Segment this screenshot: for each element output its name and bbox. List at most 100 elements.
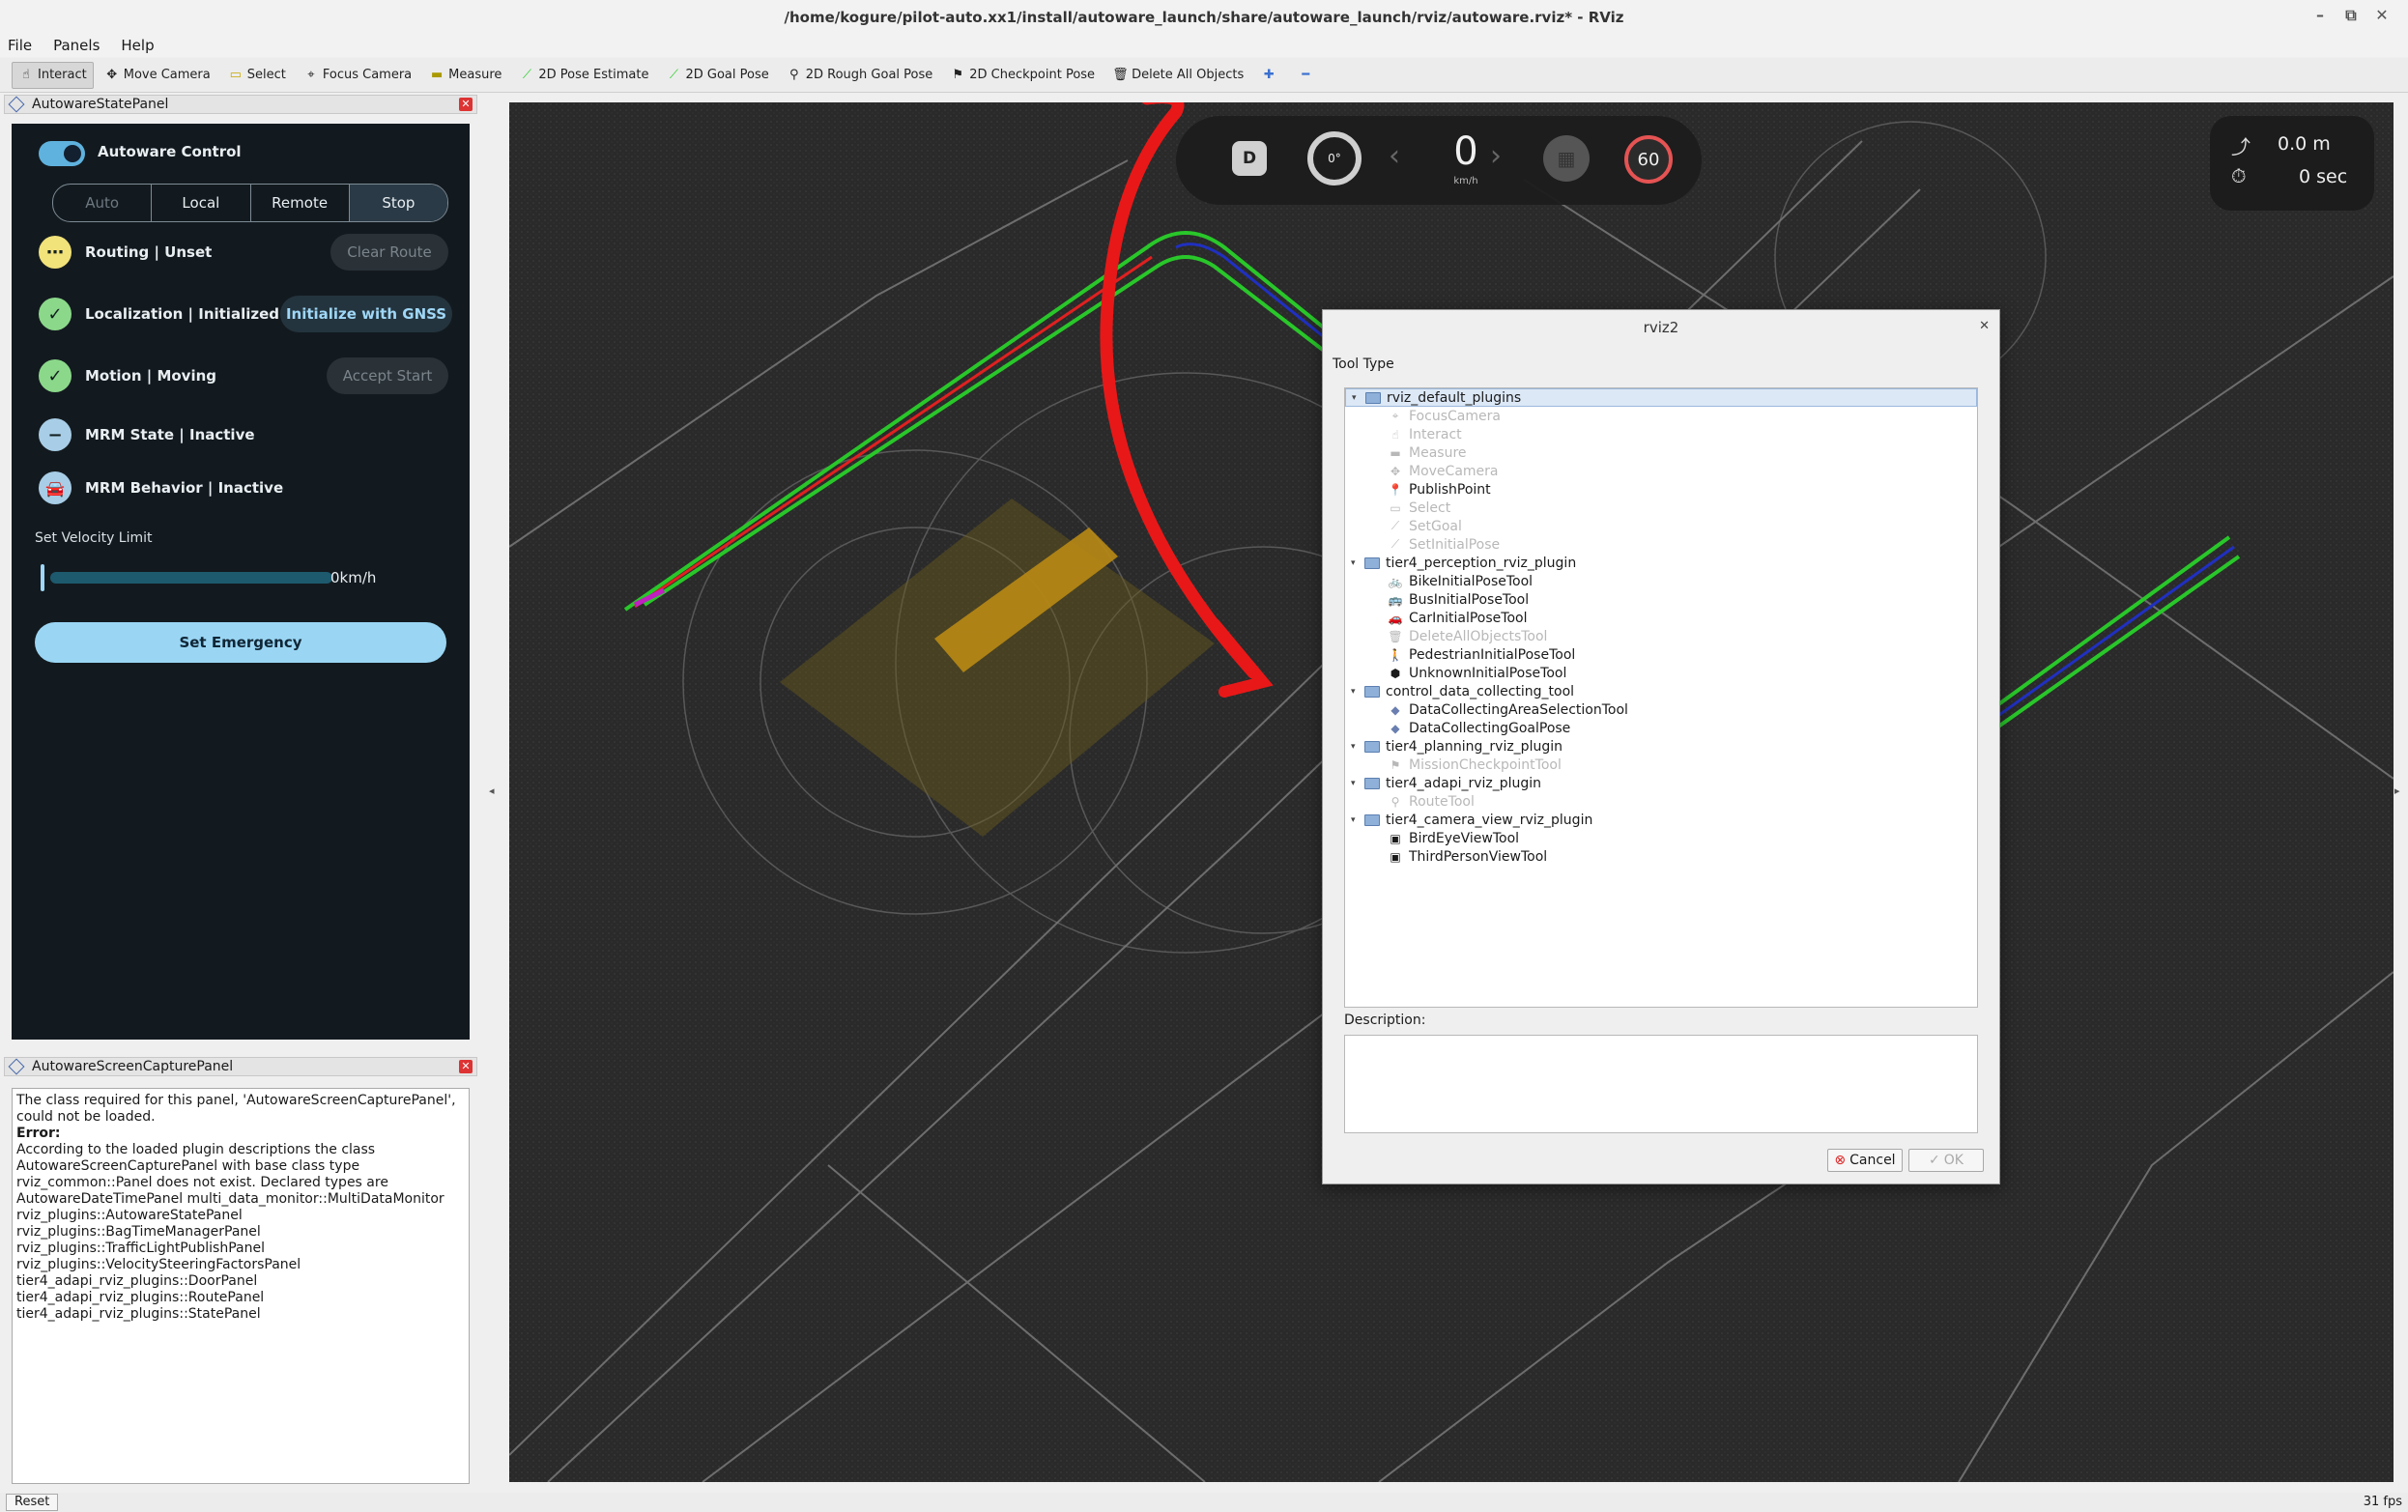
ok-button[interactable]: ✓ OK bbox=[1908, 1149, 1984, 1172]
tree-item[interactable]: ⬢ UnknownInitialPoseTool bbox=[1345, 664, 1977, 682]
folder-icon bbox=[1364, 685, 1380, 698]
tool-2d-pose-estimate[interactable]: ⟋ 2D Pose Estimate bbox=[512, 62, 655, 89]
tool-label: 2D Checkpoint Pose bbox=[969, 68, 1096, 82]
item-label: SetInitialPose bbox=[1409, 536, 1501, 553]
ok-icon: ✓ bbox=[1929, 1153, 1940, 1168]
tree-item[interactable]: ▣ ThirdPersonViewTool bbox=[1345, 847, 1977, 866]
mode-local-button[interactable]: Local bbox=[152, 185, 251, 221]
error-line: could not be loaded. bbox=[16, 1109, 156, 1125]
close-window-icon[interactable]: ✕ bbox=[2371, 6, 2393, 24]
tree-item[interactable]: ⌖ FocusCamera bbox=[1345, 407, 1977, 425]
add-tool-button[interactable]: ✚ bbox=[1254, 62, 1287, 89]
item-label: Select bbox=[1409, 499, 1451, 516]
item-label: BikeInitialPoseTool bbox=[1409, 573, 1534, 589]
tree-item[interactable]: 🚶 PedestrianInitialPoseTool bbox=[1345, 645, 1977, 664]
close-dialog-icon[interactable]: ✕ bbox=[1979, 319, 1990, 333]
tree-item[interactable]: 🚗 CarInitialPoseTool bbox=[1345, 609, 1977, 627]
tool-delete-all-objects[interactable]: 🗑 Delete All Objects bbox=[1105, 62, 1250, 89]
tree-item[interactable]: ⟋ SetGoal bbox=[1345, 517, 1977, 535]
tree-category[interactable]: ▾ tier4_planning_rviz_plugin bbox=[1345, 737, 1977, 756]
tree-item[interactable]: 🚌 BusInitialPoseTool bbox=[1345, 590, 1977, 609]
select-icon: ▭ bbox=[1390, 500, 1401, 515]
tree-category[interactable]: ▾ tier4_perception_rviz_plugin bbox=[1345, 554, 1977, 572]
mrm-behavior: MRM Behavior | Inactive bbox=[85, 479, 284, 497]
status-bar: Reset 31 fps bbox=[0, 1493, 2408, 1512]
routing-status-row: ⋯ Routing | Unset bbox=[39, 233, 212, 271]
tree-item[interactable]: 🚲 BikeInitialPoseTool bbox=[1345, 572, 1977, 590]
interact-icon: ☝ bbox=[1391, 427, 1399, 442]
speed-unit: km/h bbox=[1453, 176, 1478, 186]
tree-item[interactable]: ◆ DataCollectingGoalPose bbox=[1345, 719, 1977, 737]
localization-status-row: ✓ Localization | Initialized bbox=[39, 295, 279, 333]
tree-item[interactable]: ▬ Measure bbox=[1345, 443, 1977, 462]
folder-icon bbox=[1364, 813, 1380, 826]
tree-item[interactable]: ⚲ RouteTool bbox=[1345, 792, 1977, 811]
tree-category[interactable]: ▾ rviz_default_plugins bbox=[1345, 388, 1977, 407]
clear-route-button[interactable]: Clear Route bbox=[330, 234, 448, 271]
camera-icon: ▣ bbox=[1390, 849, 1401, 864]
menu-panels[interactable]: Panels bbox=[53, 37, 100, 54]
tool-select[interactable]: ▭ Select bbox=[221, 62, 293, 89]
tool-label: Focus Camera bbox=[322, 68, 413, 82]
tool-move-camera[interactable]: ✥ Move Camera bbox=[98, 62, 217, 89]
check-icon: ✓ bbox=[39, 359, 72, 392]
remove-tool-button[interactable]: ━ bbox=[1291, 62, 1324, 89]
item-label: ThirdPersonViewTool bbox=[1409, 848, 1548, 865]
tree-item[interactable]: 📍 PublishPoint bbox=[1345, 480, 1977, 499]
expand-arrow-icon: ▾ bbox=[1351, 778, 1356, 788]
tool-interact[interactable]: ☝ Interact bbox=[12, 61, 94, 89]
menu-file[interactable]: File bbox=[8, 37, 32, 54]
tool-2d-checkpoint-pose[interactable]: ⚑ 2D Checkpoint Pose bbox=[943, 62, 1102, 89]
tree-category[interactable]: ▾ tier4_camera_view_rviz_plugin bbox=[1345, 811, 1977, 829]
tree-item[interactable]: ⟋ SetInitialPose bbox=[1345, 535, 1977, 554]
category-label: tier4_perception_rviz_plugin bbox=[1386, 555, 1577, 571]
tree-item[interactable]: ▣ BirdEyeViewTool bbox=[1345, 829, 1977, 847]
item-label: PedestrianInitialPoseTool bbox=[1409, 646, 1576, 663]
initialize-gnss-button[interactable]: Initialize with GNSS bbox=[280, 296, 452, 332]
error-line: AutowareDateTimePanel multi_data_monitor… bbox=[16, 1191, 444, 1207]
tool-2d-goal-pose[interactable]: ⟋ 2D Goal Pose bbox=[659, 62, 775, 89]
tree-item[interactable]: ☝ Interact bbox=[1345, 425, 1977, 443]
route-distance-icon: ⤴ bbox=[2231, 135, 2250, 158]
tool-label: Interact bbox=[38, 68, 87, 82]
set-emergency-button[interactable]: Set Emergency bbox=[35, 622, 446, 663]
capture-panel-error: The class required for this panel, 'Auto… bbox=[12, 1088, 470, 1484]
mode-stop-button[interactable]: Stop bbox=[349, 185, 447, 221]
expand-arrow-icon: ▾ bbox=[1351, 686, 1356, 697]
item-label: DataCollectingGoalPose bbox=[1409, 720, 1571, 736]
velocity-slider-track[interactable] bbox=[50, 572, 332, 584]
mode-auto-button[interactable]: Auto bbox=[53, 185, 153, 221]
tree-item[interactable]: 🗑 DeleteAllObjectsTool bbox=[1345, 627, 1977, 645]
close-panel-icon[interactable]: ✕ bbox=[459, 98, 473, 111]
menu-help[interactable]: Help bbox=[121, 37, 154, 54]
tree-category[interactable]: ▾ control_data_collecting_tool bbox=[1345, 682, 1977, 700]
tool-2d-rough-goal-pose[interactable]: ⚲ 2D Rough Goal Pose bbox=[780, 62, 940, 89]
remaining-time: 0 sec bbox=[2299, 166, 2348, 187]
minimize-icon[interactable]: – bbox=[2309, 6, 2331, 24]
tree-item[interactable]: ◆ DataCollectingAreaSelectionTool bbox=[1345, 700, 1977, 719]
autoware-control-toggle[interactable] bbox=[39, 141, 85, 166]
tool-focus-camera[interactable]: ⌖ Focus Camera bbox=[297, 62, 418, 89]
splitter-left-arrow-icon[interactable]: ◂ bbox=[489, 785, 495, 797]
tree-item[interactable]: ✥ MoveCamera bbox=[1345, 462, 1977, 480]
tool-measure[interactable]: ▬ Measure bbox=[422, 62, 508, 89]
tree-item[interactable]: ⚑ MissionCheckpointTool bbox=[1345, 756, 1977, 774]
mode-remote-button[interactable]: Remote bbox=[251, 185, 350, 221]
item-label: Measure bbox=[1409, 444, 1467, 461]
reset-button[interactable]: Reset bbox=[6, 1494, 59, 1511]
velocity-slider-handle[interactable] bbox=[41, 564, 44, 591]
item-label: SetGoal bbox=[1409, 518, 1462, 534]
close-panel-icon[interactable]: ✕ bbox=[459, 1060, 473, 1073]
splitter-right-arrow-icon[interactable]: ▸ bbox=[2394, 785, 2400, 797]
cancel-button[interactable]: ⊗ Cancel bbox=[1827, 1149, 1903, 1172]
dialog-title: rviz2 bbox=[1643, 319, 1679, 336]
tree-category[interactable]: ▾ tier4_adapi_rviz_plugin bbox=[1345, 774, 1977, 792]
tree-item[interactable]: ▭ Select bbox=[1345, 499, 1977, 517]
restore-icon[interactable]: ⧉ bbox=[2340, 6, 2362, 25]
routing-status: Routing | Unset bbox=[85, 243, 213, 261]
timer-icon: ⏱ bbox=[2231, 164, 2247, 187]
tool-type-tree: ▾ rviz_default_plugins ⌖ FocusCamera ☝ Inte… bbox=[1344, 387, 1978, 1008]
window-title-bar: /home/kogure/pilot-auto.xx1/install/auto… bbox=[0, 0, 2408, 35]
accept-start-button[interactable]: Accept Start bbox=[327, 357, 448, 394]
tool-bar: ☝ Interact ✥ Move Camera ▭ Select ⌖ Focus Ca… bbox=[0, 58, 2408, 93]
